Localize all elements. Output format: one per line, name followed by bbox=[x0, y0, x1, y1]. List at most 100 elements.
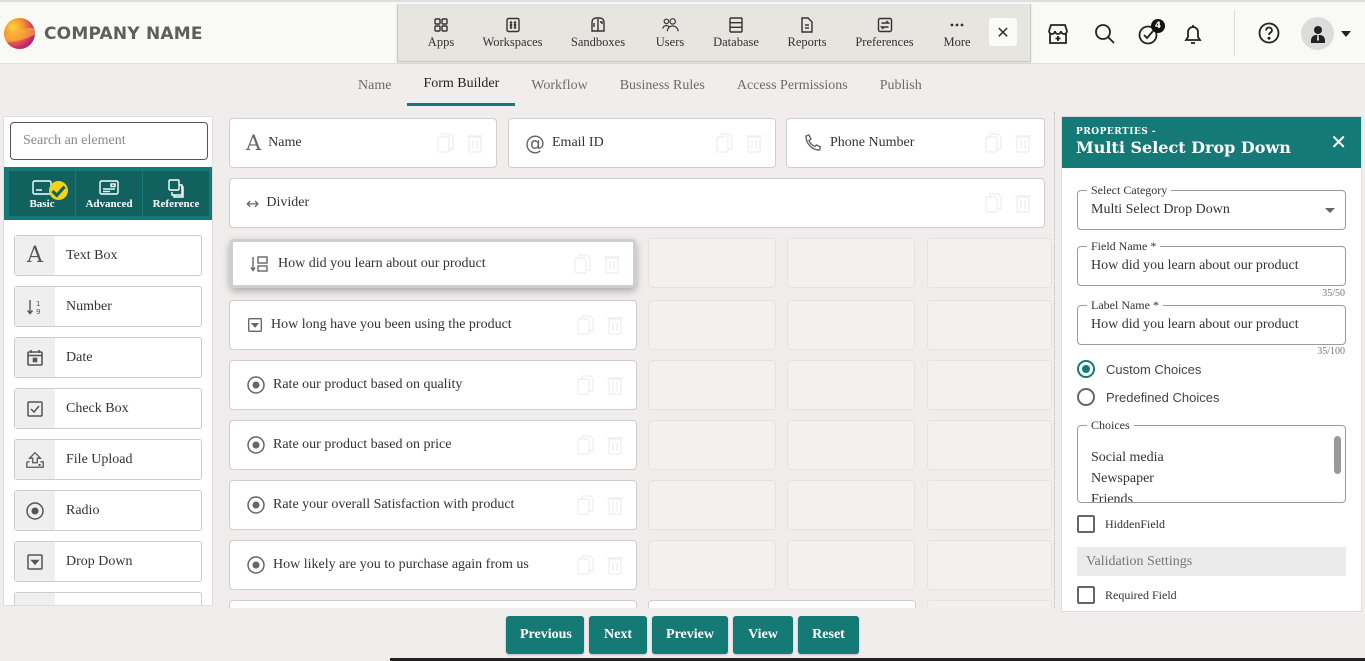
copy-icon[interactable] bbox=[436, 132, 454, 154]
copy-icon[interactable] bbox=[573, 253, 591, 275]
empty-slot[interactable] bbox=[648, 360, 776, 410]
empty-slot[interactable] bbox=[927, 600, 1052, 608]
empty-slot[interactable] bbox=[648, 300, 776, 350]
reset-button[interactable]: Reset bbox=[798, 616, 859, 654]
nav-sandboxes[interactable]: Sandboxes bbox=[541, 4, 655, 61]
help-button[interactable] bbox=[1256, 20, 1282, 51]
trash-icon[interactable] bbox=[745, 132, 763, 154]
field-name[interactable]: A Name bbox=[229, 118, 497, 168]
trash-icon[interactable] bbox=[606, 434, 624, 456]
empty-slot[interactable] bbox=[787, 360, 915, 410]
empty-slot[interactable] bbox=[927, 300, 1052, 350]
copy-icon[interactable] bbox=[984, 132, 1002, 154]
user-avatar[interactable] bbox=[1301, 17, 1334, 50]
notifications-button[interactable] bbox=[1175, 16, 1211, 52]
close-nav-button[interactable]: ✕ bbox=[989, 18, 1017, 46]
predefined-choices-radio[interactable]: Predefined Choices bbox=[1077, 388, 1219, 406]
company-logo[interactable]: COMPANY NAME bbox=[4, 18, 203, 49]
empty-slot[interactable] bbox=[787, 238, 915, 288]
empty-slot[interactable] bbox=[787, 540, 915, 590]
trash-icon[interactable] bbox=[1014, 192, 1032, 214]
store-button[interactable] bbox=[1040, 16, 1076, 52]
tab-reference[interactable]: Reference bbox=[143, 171, 209, 216]
field-rate-quality[interactable]: Rate our product based on quality bbox=[229, 360, 637, 410]
element-partial[interactable] bbox=[14, 592, 202, 605]
trash-icon[interactable] bbox=[606, 374, 624, 396]
element-check-box[interactable]: Check Box bbox=[14, 388, 202, 429]
trash-icon[interactable] bbox=[606, 554, 624, 576]
empty-slot[interactable] bbox=[927, 420, 1052, 470]
nav-preferences[interactable]: Preferences bbox=[827, 4, 942, 61]
empty-slot[interactable] bbox=[927, 238, 1052, 288]
nav-users[interactable]: Users bbox=[655, 4, 685, 61]
nav-more[interactable]: More bbox=[942, 4, 972, 61]
element-radio[interactable]: Radio bbox=[14, 490, 202, 531]
empty-slot[interactable] bbox=[648, 480, 776, 530]
field-divider[interactable]: ↔ Divider bbox=[229, 178, 1045, 228]
nav-apps[interactable]: Apps bbox=[398, 4, 484, 61]
copy-icon[interactable] bbox=[576, 554, 594, 576]
choices-scrollbar[interactable] bbox=[1334, 436, 1341, 474]
tasks-button[interactable]: 4 bbox=[1131, 16, 1167, 52]
empty-slot[interactable] bbox=[648, 540, 776, 590]
search-button[interactable] bbox=[1087, 16, 1123, 52]
trash-icon[interactable] bbox=[1014, 132, 1032, 154]
nav-database[interactable]: Database bbox=[685, 4, 787, 61]
tab-advanced[interactable]: Advanced bbox=[76, 171, 143, 216]
field-rate-satisfaction[interactable]: Rate your overall Satisfaction with prod… bbox=[229, 480, 637, 530]
element-text-box[interactable]: A Text Box bbox=[14, 235, 202, 276]
copy-icon[interactable] bbox=[576, 314, 594, 336]
field-email-id[interactable]: @ Email ID bbox=[508, 118, 776, 168]
element-date[interactable]: Date bbox=[14, 337, 202, 378]
search-element-input[interactable] bbox=[10, 122, 208, 160]
nav-reports[interactable]: Reports bbox=[787, 4, 827, 61]
empty-slot[interactable] bbox=[787, 300, 915, 350]
trash-icon[interactable] bbox=[606, 314, 624, 336]
element-file-upload[interactable]: File Upload bbox=[14, 439, 202, 480]
element-number[interactable]: 19 Number bbox=[14, 286, 202, 327]
nav-workspaces[interactable]: Workspaces bbox=[482, 4, 543, 61]
step-publish[interactable]: Publish bbox=[864, 66, 938, 106]
empty-slot[interactable] bbox=[927, 360, 1052, 410]
empty-slot[interactable] bbox=[787, 420, 915, 470]
tab-basic[interactable]: Basic bbox=[9, 171, 76, 216]
close-properties-icon[interactable]: ✕ bbox=[1330, 130, 1347, 154]
hidden-field-checkbox[interactable]: HiddenField bbox=[1077, 515, 1165, 533]
preview-button[interactable]: Preview bbox=[652, 616, 728, 654]
empty-slot[interactable] bbox=[787, 480, 915, 530]
trash-icon[interactable] bbox=[466, 132, 484, 154]
field-purchase-again[interactable]: How likely are you to purchase again fro… bbox=[229, 540, 637, 590]
step-workflow[interactable]: Workflow bbox=[515, 66, 603, 106]
empty-slot[interactable] bbox=[927, 480, 1052, 530]
select-category-dropdown[interactable]: Select Category Multi Select Drop Down bbox=[1077, 183, 1346, 230]
step-access-permissions[interactable]: Access Permissions bbox=[721, 66, 864, 106]
field-how-long[interactable]: How long have you been using the product bbox=[229, 300, 637, 350]
field-name-input[interactable]: Field Name * How did you learn about our… bbox=[1077, 239, 1346, 286]
empty-slot[interactable] bbox=[927, 540, 1052, 590]
copy-icon[interactable] bbox=[984, 192, 1002, 214]
copy-icon[interactable] bbox=[576, 374, 594, 396]
trash-icon[interactable] bbox=[603, 253, 621, 275]
copy-icon[interactable] bbox=[715, 132, 733, 154]
copy-icon[interactable] bbox=[576, 494, 594, 516]
empty-slot[interactable] bbox=[648, 238, 776, 288]
view-button[interactable]: View bbox=[733, 616, 793, 654]
step-name[interactable]: Name bbox=[342, 66, 407, 106]
field-partial[interactable] bbox=[648, 600, 916, 608]
field-how-did-you-learn[interactable]: How did you learn about our product bbox=[230, 239, 636, 288]
choices-textarea[interactable]: Choices Social media Newspaper Friends bbox=[1077, 418, 1346, 503]
previous-button[interactable]: Previous bbox=[506, 616, 584, 654]
copy-icon[interactable] bbox=[576, 434, 594, 456]
field-phone-number[interactable]: Phone Number bbox=[786, 118, 1045, 168]
user-menu-caret-icon[interactable] bbox=[1341, 31, 1351, 37]
field-partial[interactable] bbox=[229, 600, 637, 608]
empty-slot[interactable] bbox=[648, 420, 776, 470]
element-drop-down[interactable]: Drop Down bbox=[14, 541, 202, 582]
field-rate-price[interactable]: Rate our product based on price bbox=[229, 420, 637, 470]
step-business-rules[interactable]: Business Rules bbox=[604, 66, 721, 106]
custom-choices-radio[interactable]: Custom Choices bbox=[1077, 360, 1201, 378]
step-form-builder[interactable]: Form Builder bbox=[407, 66, 516, 106]
trash-icon[interactable] bbox=[606, 494, 624, 516]
next-button[interactable]: Next bbox=[589, 616, 647, 654]
label-name-input[interactable]: Label Name * How did you learn about our… bbox=[1077, 298, 1346, 345]
